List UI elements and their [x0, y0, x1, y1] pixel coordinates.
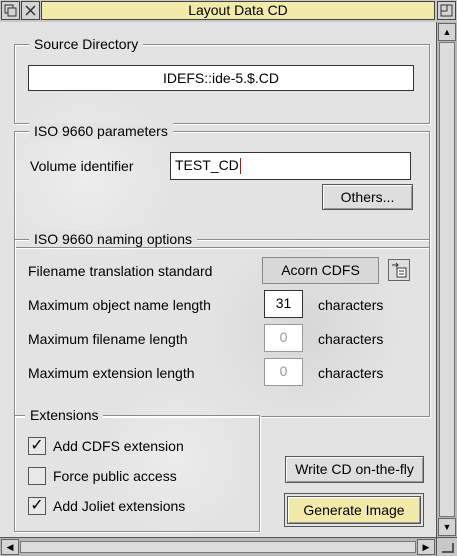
joliet-extension-checkbox[interactable]: ✓	[28, 497, 46, 515]
naming-options-label: ISO 9660 naming options	[29, 231, 197, 247]
horizontal-scrollbar[interactable]: ◀ ▶	[0, 537, 436, 556]
cdfs-extension-checkbox[interactable]: ✓	[28, 437, 46, 455]
force-public-access-checkbox[interactable]	[28, 467, 46, 485]
scroll-down-icon[interactable]: ▼	[438, 518, 456, 536]
volume-identifier-label: Volume identifier	[30, 158, 134, 174]
resize-icon[interactable]	[436, 537, 457, 556]
max-object-length-label: Maximum object name length	[28, 297, 211, 313]
generate-image-button[interactable]: Generate Image	[284, 493, 424, 527]
extensions-group: Extensions ✓ Add CDFS extension Force pu…	[14, 407, 260, 532]
back-icon[interactable]	[1, 1, 20, 20]
cdfs-extension-label[interactable]: Add CDFS extension	[53, 437, 184, 455]
source-directory-group: Source Directory IDEFS::ide-5.$.CD	[14, 36, 430, 124]
title-bar[interactable]: Layout Data CD	[0, 0, 457, 23]
naming-options-group: ISO 9660 naming options Filename transla…	[14, 231, 430, 417]
volume-identifier-input[interactable]: TEST_CD	[170, 152, 411, 180]
close-icon[interactable]	[21, 1, 40, 20]
scroll-left-icon[interactable]: ◀	[1, 539, 19, 555]
scroll-right-icon[interactable]: ▶	[417, 539, 435, 555]
window-title[interactable]: Layout Data CD	[41, 1, 435, 20]
others-button[interactable]: Others...	[322, 184, 413, 210]
max-extension-unit: characters	[318, 365, 384, 381]
source-path-field[interactable]: IDEFS::ide-5.$.CD	[28, 65, 414, 91]
scroll-up-icon[interactable]: ▲	[438, 23, 456, 41]
toggle-size-icon[interactable]	[437, 1, 456, 20]
max-filename-unit: characters	[318, 331, 384, 347]
translation-standard-display: Acorn CDFS	[262, 257, 379, 284]
max-filename-length-input[interactable]: 0	[264, 324, 303, 352]
translation-standard-label: Filename translation standard	[28, 263, 213, 279]
extensions-label: Extensions	[25, 407, 104, 423]
max-object-unit: characters	[318, 297, 384, 313]
vertical-scroll-thumb[interactable]	[439, 42, 455, 517]
force-public-access-label[interactable]: Force public access	[53, 467, 177, 485]
iso-parameters-label: ISO 9660 parameters	[29, 123, 173, 139]
max-object-length-input[interactable]: 31	[264, 290, 303, 318]
joliet-extension-label[interactable]: Add Joliet extensions	[53, 497, 185, 515]
max-filename-length-label: Maximum filename length	[28, 331, 188, 347]
horizontal-scroll-thumb[interactable]	[20, 541, 416, 553]
source-directory-label: Source Directory	[29, 36, 144, 52]
text-caret	[239, 158, 241, 175]
max-extension-length-input[interactable]: 0	[264, 358, 303, 386]
max-extension-length-label: Maximum extension length	[28, 365, 195, 381]
volume-identifier-value: TEST_CD	[175, 157, 239, 173]
dialog-panel: Source Directory IDEFS::ide-5.$.CD ISO 9…	[0, 22, 436, 537]
vertical-scrollbar[interactable]: ▲ ▼	[436, 22, 457, 537]
menu-popup-icon[interactable]	[388, 259, 410, 281]
write-cd-button[interactable]: Write CD on-the-fly	[285, 456, 424, 483]
